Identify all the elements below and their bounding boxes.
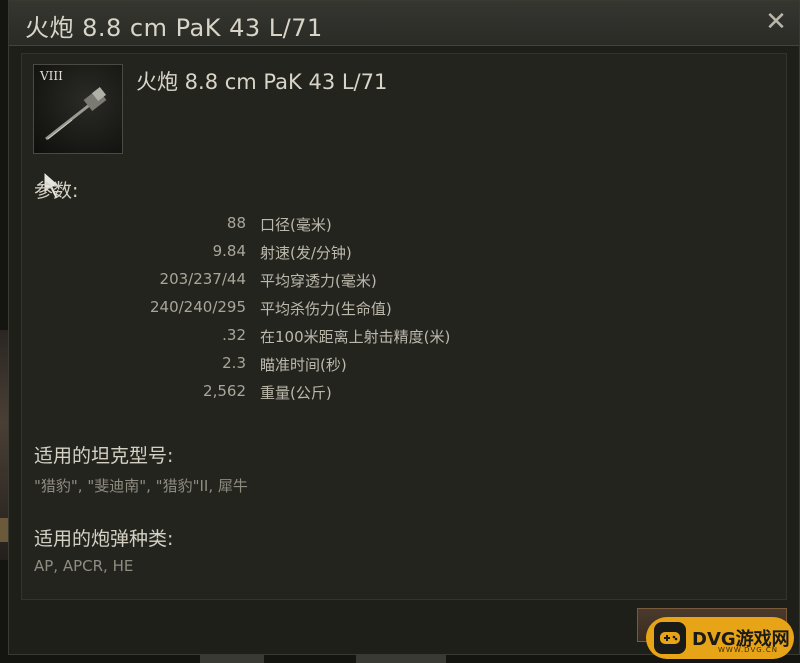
stat-label: 重量(公斤) <box>260 384 332 402</box>
stat-label: 射速(发/分钟) <box>260 244 352 262</box>
stats-list: 88 口径(毫米) 9.84 射速(发/分钟) 203/237/44 平均穿透力… <box>22 210 786 406</box>
site-watermark: DVG游戏网 WWW.DVG.CN <box>646 617 794 659</box>
stat-row: 240/240/295 平均杀伤力(生命值) <box>22 294 786 322</box>
module-info-dialog: 火炮 8.8 cm PaK 43 L/71 ✕ VIII 火炮 8.8 cm P… <box>8 0 800 655</box>
watermark-url: WWW.DVG.CN <box>717 646 778 654</box>
compatible-shells-heading: 适用的炮弹种类: <box>34 528 174 550</box>
compatible-tanks-heading: 适用的坦克型号: <box>34 445 174 467</box>
compatible-tanks-list: "猎豹", "斐迪南", "猎豹"II, 犀牛 <box>34 477 248 495</box>
stat-label: 瞄准时间(秒) <box>260 356 347 374</box>
stat-label: 在100米距离上射击精度(米) <box>260 328 451 346</box>
background-button <box>200 654 264 663</box>
stat-label: 口径(毫米) <box>260 216 332 234</box>
stat-value: .32 <box>222 326 246 344</box>
gun-icon <box>45 86 107 141</box>
stat-value: 2,562 <box>203 382 246 400</box>
module-thumbnail: VIII <box>33 64 123 154</box>
stat-row: 2.3 瞄准时间(秒) <box>22 350 786 378</box>
stat-row: .32 在100米距离上射击精度(米) <box>22 322 786 350</box>
background-button <box>356 654 446 663</box>
dialog-title: 火炮 8.8 cm PaK 43 L/71 <box>25 14 323 42</box>
compatible-shells-list: AP, APCR, HE <box>34 557 134 575</box>
stat-label: 平均杀伤力(生命值) <box>260 300 392 318</box>
stat-value: 2.3 <box>222 354 246 372</box>
stat-row: 88 口径(毫米) <box>22 210 786 238</box>
dialog-titlebar: 火炮 8.8 cm PaK 43 L/71 ✕ <box>9 1 799 46</box>
stat-value: 240/240/295 <box>150 298 246 316</box>
dialog-content: VIII 火炮 8.8 cm PaK 43 L/71 参数: 88 口径(毫米)… <box>21 53 787 600</box>
stat-row: 203/237/44 平均穿透力(毫米) <box>22 266 786 294</box>
gamepad-icon <box>654 622 686 654</box>
stat-row: 9.84 射速(发/分钟) <box>22 238 786 266</box>
params-heading: 参数: <box>34 180 79 202</box>
stat-value: 9.84 <box>212 242 246 260</box>
stat-value: 88 <box>226 214 246 232</box>
stat-value: 203/237/44 <box>159 270 246 288</box>
tier-label: VIII <box>40 69 63 83</box>
stat-row: 2,562 重量(公斤) <box>22 378 786 406</box>
module-name: 火炮 8.8 cm PaK 43 L/71 <box>136 70 388 94</box>
close-icon[interactable]: ✕ <box>763 9 789 35</box>
stat-label: 平均穿透力(毫米) <box>260 272 377 290</box>
